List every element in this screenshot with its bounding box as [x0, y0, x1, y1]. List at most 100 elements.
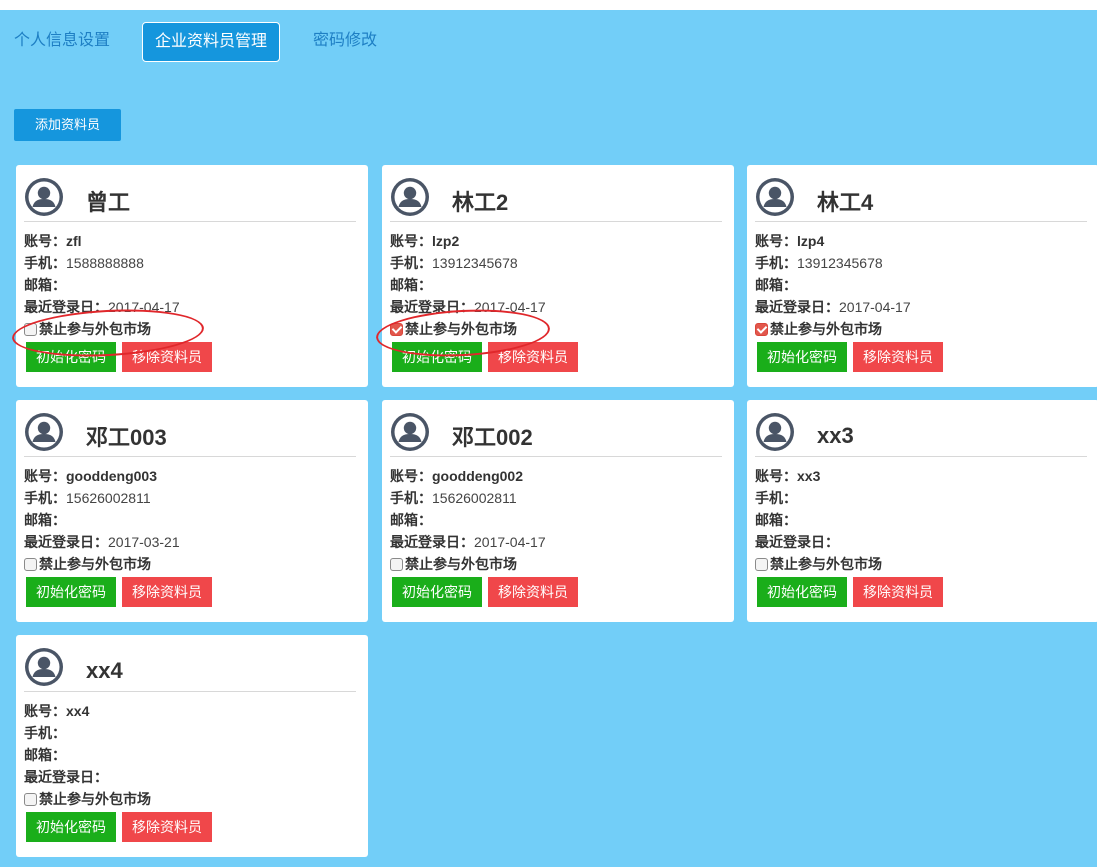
card-header: 邓工002 — [390, 408, 722, 457]
reset-password-button[interactable]: 初始化密码 — [26, 812, 116, 842]
phone-label: 手机： — [755, 490, 797, 506]
phone-label: 手机： — [390, 255, 432, 271]
ban-market-row[interactable]: 禁止参与外包市场 — [24, 554, 360, 574]
page-background: 个人信息设置 企业资料员管理 密码修改 添加资料员 曾工 账号：zfl 手机：1… — [0, 10, 1097, 867]
card-actions: 初始化密码 移除资料员 — [26, 342, 360, 372]
tab-material-staff-management[interactable]: 企业资料员管理 — [142, 22, 281, 62]
card-actions: 初始化密码 移除资料员 — [26, 577, 360, 607]
staff-info: 账号：xx3 手机： 邮箱： 最近登录日： — [755, 465, 1091, 553]
account-value: gooddeng002 — [432, 468, 524, 484]
staff-name: 曾工 — [86, 190, 131, 215]
staff-name: 林工4 — [817, 190, 874, 215]
account-row: 账号：lzp4 — [755, 230, 1091, 252]
user-avatar-icon — [755, 177, 795, 217]
email-label: 邮箱： — [390, 512, 432, 528]
account-value: lzp4 — [797, 233, 825, 249]
account-label: 账号： — [755, 233, 797, 249]
tab-personal-info[interactable]: 个人信息设置 — [14, 22, 110, 60]
staff-card: 邓工002 账号：gooddeng002 手机：15626002811 邮箱： … — [382, 400, 734, 622]
checkbox-icon[interactable] — [755, 322, 768, 336]
card-header: 林工4 — [755, 173, 1087, 222]
remove-staff-button[interactable]: 移除资料员 — [122, 577, 212, 607]
remove-staff-button[interactable]: 移除资料员 — [122, 342, 212, 372]
staff-card: 林工2 账号：lzp2 手机：13912345678 邮箱： 最近登录日：201… — [382, 165, 734, 387]
card-actions: 初始化密码 移除资料员 — [392, 577, 726, 607]
checkbox-icon[interactable] — [755, 557, 768, 571]
reset-password-button[interactable]: 初始化密码 — [26, 342, 116, 372]
last-login-row: 最近登录日：2017-03-21 — [24, 531, 360, 553]
card-header: xx4 — [24, 643, 356, 692]
email-row: 邮箱： — [24, 509, 360, 531]
ban-market-label: 禁止参与外包市场 — [405, 556, 517, 572]
account-row: 账号：xx4 — [24, 700, 360, 722]
card-actions: 初始化密码 移除资料员 — [757, 342, 1091, 372]
email-row: 邮箱： — [755, 509, 1091, 531]
reset-password-button[interactable]: 初始化密码 — [26, 577, 116, 607]
remove-staff-button[interactable]: 移除资料员 — [853, 577, 943, 607]
staff-card: 曾工 账号：zfl 手机：1588888888 邮箱： 最近登录日：2017-0… — [16, 165, 368, 387]
checkbox-icon[interactable] — [24, 557, 37, 571]
last-login-row: 最近登录日：2017-04-17 — [390, 296, 726, 318]
email-label: 邮箱： — [755, 277, 797, 293]
remove-staff-button[interactable]: 移除资料员 — [853, 342, 943, 372]
email-row: 邮箱： — [24, 744, 360, 766]
add-staff-button[interactable]: 添加资料员 — [14, 109, 121, 141]
reset-password-button[interactable]: 初始化密码 — [392, 577, 482, 607]
ban-market-row[interactable]: 禁止参与外包市场 — [24, 319, 360, 339]
card-header: 林工2 — [390, 173, 722, 222]
remove-staff-button[interactable]: 移除资料员 — [488, 342, 578, 372]
reset-password-button[interactable]: 初始化密码 — [757, 577, 847, 607]
ban-market-row[interactable]: 禁止参与外包市场 — [390, 319, 726, 339]
user-avatar-icon — [24, 647, 64, 687]
card-actions: 初始化密码 移除资料员 — [26, 812, 360, 842]
account-label: 账号： — [390, 468, 432, 484]
account-value: xx3 — [797, 468, 821, 484]
last-login-label: 最近登录日： — [755, 534, 839, 550]
ban-market-row[interactable]: 禁止参与外包市场 — [24, 789, 360, 809]
last-login-row: 最近登录日：2017-04-17 — [24, 296, 360, 318]
email-label: 邮箱： — [24, 277, 66, 293]
user-avatar-icon — [24, 177, 64, 217]
account-value: gooddeng003 — [66, 468, 158, 484]
staff-name: 林工2 — [452, 190, 509, 215]
last-login-row: 最近登录日：2017-04-17 — [390, 531, 726, 553]
last-login-label: 最近登录日： — [755, 299, 839, 315]
checkbox-icon[interactable] — [24, 322, 37, 336]
account-value: zfl — [66, 233, 82, 249]
ban-market-row[interactable]: 禁止参与外包市场 — [755, 319, 1091, 339]
account-value: lzp2 — [432, 233, 460, 249]
reset-password-button[interactable]: 初始化密码 — [757, 342, 847, 372]
user-avatar-icon — [24, 412, 64, 452]
email-row: 邮箱： — [24, 274, 360, 296]
staff-info: 账号：gooddeng002 手机：15626002811 邮箱： 最近登录日：… — [390, 465, 726, 553]
phone-label: 手机： — [24, 255, 66, 271]
ban-market-row[interactable]: 禁止参与外包市场 — [390, 554, 726, 574]
last-login-value: 2017-04-17 — [108, 299, 180, 315]
user-avatar-icon — [390, 412, 430, 452]
last-login-label: 最近登录日： — [24, 534, 108, 550]
ban-market-label: 禁止参与外包市场 — [39, 556, 151, 572]
reset-password-button[interactable]: 初始化密码 — [392, 342, 482, 372]
card-header: xx3 — [755, 408, 1087, 457]
tab-password-change[interactable]: 密码修改 — [313, 22, 377, 60]
account-row: 账号：lzp2 — [390, 230, 726, 252]
account-row: 账号：xx3 — [755, 465, 1091, 487]
phone-row: 手机：1588888888 — [24, 252, 360, 274]
last-login-label: 最近登录日： — [390, 299, 474, 315]
ban-market-label: 禁止参与外包市场 — [39, 321, 151, 337]
checkbox-icon[interactable] — [390, 557, 403, 571]
last-login-row: 最近登录日：2017-04-17 — [755, 296, 1091, 318]
last-login-value: 2017-04-17 — [474, 534, 546, 550]
account-row: 账号：gooddeng003 — [24, 465, 360, 487]
checkbox-icon[interactable] — [390, 322, 403, 336]
email-label: 邮箱： — [390, 277, 432, 293]
ban-market-row[interactable]: 禁止参与外包市场 — [755, 554, 1091, 574]
remove-staff-button[interactable]: 移除资料员 — [122, 812, 212, 842]
last-login-value: 2017-04-17 — [474, 299, 546, 315]
remove-staff-button[interactable]: 移除资料员 — [488, 577, 578, 607]
checkbox-icon[interactable] — [24, 792, 37, 806]
phone-row: 手机：13912345678 — [390, 252, 726, 274]
phone-row: 手机： — [24, 722, 360, 744]
ban-market-label: 禁止参与外包市场 — [770, 556, 882, 572]
staff-name: 邓工003 — [86, 425, 167, 450]
